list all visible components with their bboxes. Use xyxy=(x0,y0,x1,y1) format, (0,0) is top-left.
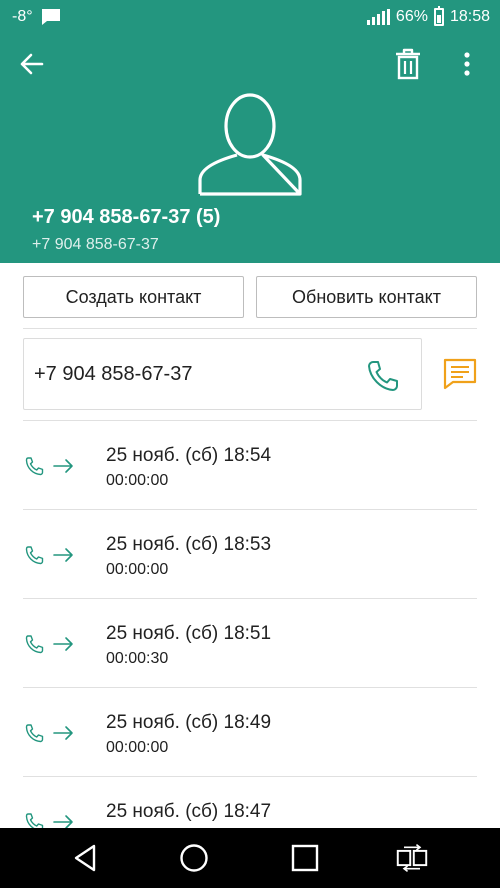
more-vert-icon[interactable] xyxy=(455,46,479,82)
home-circle-icon[interactable] xyxy=(178,842,210,874)
call-log-item[interactable]: 25 нояб. (сб) 18:49 00:00:00 xyxy=(0,688,500,777)
call-duration: 00:00:00 xyxy=(106,739,169,756)
divider xyxy=(23,328,477,329)
status-bar: -8° 66% 18:58 xyxy=(0,0,500,36)
dual-window-icon[interactable] xyxy=(396,842,428,874)
call-duration: 00:00:30 xyxy=(106,650,169,667)
recents-square-icon[interactable] xyxy=(289,842,321,874)
battery-percent: 66% xyxy=(395,8,428,25)
back-arrow-icon[interactable] xyxy=(16,48,48,80)
signal-icon xyxy=(366,9,390,25)
temperature-text: -8° xyxy=(12,8,33,25)
phone-call-icon[interactable] xyxy=(366,359,400,393)
app-bar xyxy=(0,40,500,88)
phone-number-card[interactable]: +7 904 858-67-37 xyxy=(23,338,422,410)
contact-avatar-icon xyxy=(198,93,302,196)
contact-number-subtitle: +7 904 858-67-37 xyxy=(32,236,159,253)
call-date: 25 нояб. (сб) 18:49 xyxy=(106,712,272,733)
call-duration: 00:00:00 xyxy=(106,561,169,578)
call-duration: 00:00:00 xyxy=(106,472,169,489)
phone-number-text: +7 904 858-67-37 xyxy=(34,363,193,385)
outgoing-call-icon xyxy=(25,635,73,654)
call-log-item[interactable]: 25 нояб. (сб) 18:54 00:00:00 xyxy=(0,421,500,510)
outgoing-call-icon xyxy=(25,546,73,565)
update-contact-button[interactable]: Обновить контакт xyxy=(256,276,477,318)
outgoing-call-icon xyxy=(25,457,73,476)
navigation-bar xyxy=(0,828,500,888)
call-date: 25 нояб. (сб) 18:53 xyxy=(106,534,272,555)
call-log-item[interactable]: 25 нояб. (сб) 18:53 00:00:00 xyxy=(0,510,500,599)
contact-header: -8° 66% 18:58 +7 904 858-67-37 (5) +7 90… xyxy=(0,0,500,263)
call-date: 25 нояб. (сб) 18:47 xyxy=(106,801,272,822)
outgoing-call-icon xyxy=(25,724,73,743)
battery-icon xyxy=(433,6,444,26)
back-triangle-icon[interactable] xyxy=(70,842,102,874)
create-contact-button[interactable]: Создать контакт xyxy=(23,276,244,318)
trash-icon[interactable] xyxy=(392,46,424,82)
message-icon[interactable] xyxy=(443,358,477,390)
call-log-item[interactable]: 25 нояб. (сб) 18:51 00:00:30 xyxy=(0,599,500,688)
call-date: 25 нояб. (сб) 18:51 xyxy=(106,623,272,644)
chat-notification-icon xyxy=(41,9,60,25)
clock-text: 18:58 xyxy=(449,8,490,25)
contact-title: +7 904 858-67-37 (5) xyxy=(32,206,221,228)
call-date: 25 нояб. (сб) 18:54 xyxy=(106,445,272,466)
